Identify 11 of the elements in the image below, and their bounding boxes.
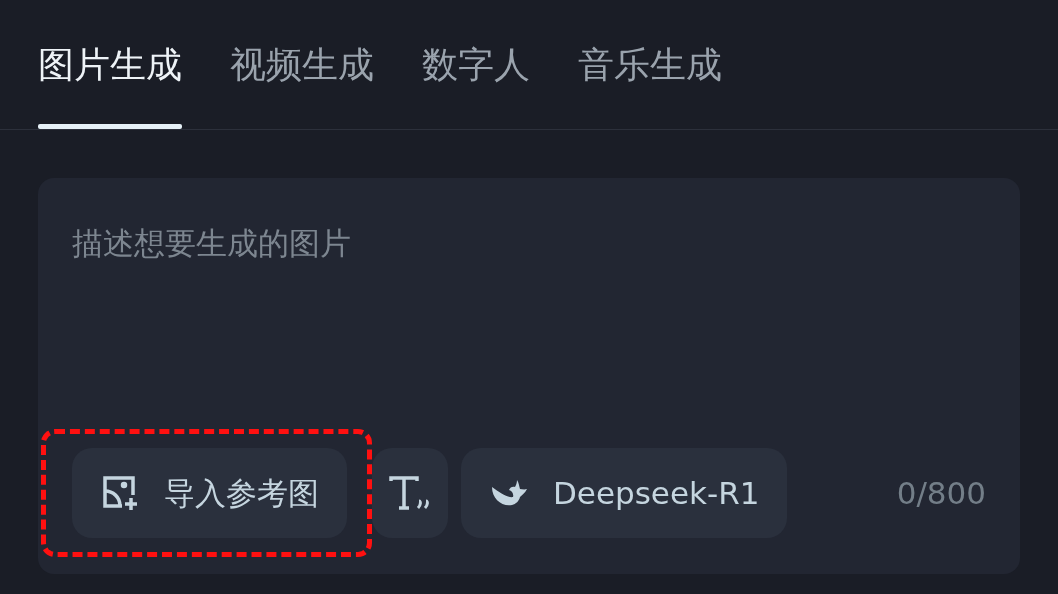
- text-format-icon: [389, 475, 431, 511]
- import-reference-button[interactable]: 导入参考图: [72, 448, 347, 538]
- tab[interactable]: 图片生成: [38, 0, 182, 130]
- text-format-button[interactable]: [372, 448, 448, 538]
- tab[interactable]: 音乐生成: [578, 0, 722, 130]
- model-button[interactable]: Deepseek-R1: [461, 448, 788, 538]
- character-count: 0/800: [896, 473, 986, 513]
- tab[interactable]: 数字人: [422, 0, 530, 130]
- tab[interactable]: 视频生成: [230, 0, 374, 130]
- prompt-field[interactable]: 描述想要生成的图片 导入参考图 Deepseek-R1 0/800: [38, 178, 1020, 574]
- image-add-icon: [100, 473, 140, 513]
